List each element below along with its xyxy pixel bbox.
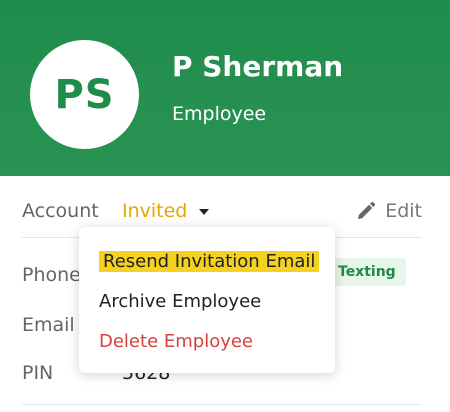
profile-header: PS P Sherman Employee bbox=[0, 0, 450, 176]
phone-label: Phone bbox=[22, 264, 81, 286]
account-label: Account bbox=[22, 200, 99, 222]
menu-item-archive-employee[interactable]: Archive Employee bbox=[99, 289, 261, 315]
texting-badge: Texting bbox=[326, 258, 406, 286]
edit-button[interactable]: Edit bbox=[356, 198, 422, 224]
edit-label: Edit bbox=[385, 200, 422, 222]
avatar: PS bbox=[30, 40, 139, 149]
employee-role: Employee bbox=[172, 103, 267, 125]
employee-name: P Sherman bbox=[172, 50, 344, 83]
pin-label: PIN bbox=[22, 362, 54, 384]
account-actions-menu: Resend Invitation Email Archive Employee… bbox=[79, 227, 335, 373]
email-label: Email bbox=[22, 314, 75, 336]
caret-down-icon bbox=[199, 209, 210, 215]
menu-item-resend-invitation[interactable]: Resend Invitation Email bbox=[99, 249, 320, 275]
pencil-icon bbox=[358, 201, 376, 219]
avatar-initials: PS bbox=[54, 71, 115, 118]
menu-item-resend-label: Resend Invitation Email bbox=[99, 251, 320, 272]
account-status-dropdown[interactable]: Invited bbox=[122, 198, 210, 224]
account-status-text: Invited bbox=[122, 200, 188, 222]
divider-bottom bbox=[22, 404, 422, 405]
menu-item-delete-employee[interactable]: Delete Employee bbox=[99, 329, 253, 355]
